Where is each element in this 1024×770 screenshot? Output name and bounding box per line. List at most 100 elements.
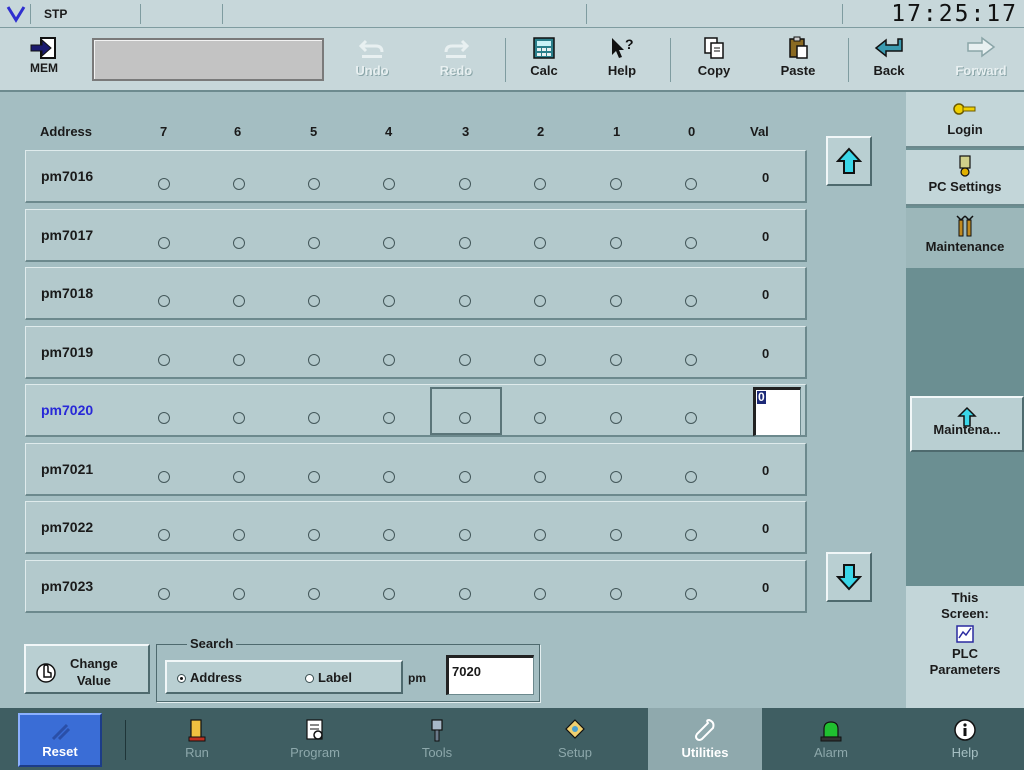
bit-toggle[interactable] [685, 470, 697, 483]
sidebar-item-maintenance[interactable]: Maintenance [906, 208, 1024, 268]
bit-toggle[interactable] [158, 587, 170, 600]
bit-toggle[interactable] [158, 353, 170, 366]
radio-label[interactable]: Label [305, 670, 352, 685]
bit-toggle[interactable] [308, 236, 320, 249]
scroll-up-button[interactable] [826, 136, 872, 186]
bit-toggle[interactable] [610, 412, 622, 424]
back-button[interactable]: Back [852, 28, 926, 90]
bit-toggle[interactable] [308, 412, 320, 424]
value-input[interactable]: 0 [753, 387, 801, 436]
bit-toggle[interactable] [308, 295, 320, 307]
nav-tools[interactable]: Tools [382, 708, 492, 770]
bit-toggle[interactable] [610, 236, 622, 249]
bit-toggle[interactable] [610, 529, 622, 541]
selected-bit-cell[interactable] [430, 387, 502, 435]
bit-toggle[interactable] [610, 587, 622, 600]
table-row[interactable]: pm7016 0 [25, 150, 807, 203]
bit-toggle[interactable] [383, 295, 395, 307]
bit-toggle[interactable] [383, 353, 395, 366]
bit-toggle[interactable] [534, 470, 546, 483]
bit-toggle[interactable] [685, 529, 697, 541]
mem-address-field[interactable] [92, 38, 324, 81]
bit-toggle[interactable] [233, 178, 245, 190]
bit-toggle[interactable] [459, 470, 471, 483]
bit-toggle[interactable] [685, 412, 697, 424]
bit-toggle[interactable] [158, 236, 170, 249]
forward-button[interactable]: Forward [938, 28, 1024, 90]
bit-toggle[interactable] [158, 412, 170, 424]
table-row[interactable]: pm7017 0 [25, 208, 807, 262]
bit-toggle[interactable] [534, 236, 546, 249]
bit-toggle[interactable] [459, 412, 471, 424]
help-button[interactable]: ? Help [586, 28, 658, 90]
bit-toggle[interactable] [383, 236, 395, 249]
bit-toggle[interactable] [158, 295, 170, 307]
bit-toggle[interactable] [233, 470, 245, 483]
bit-toggle[interactable] [383, 529, 395, 541]
table-row[interactable]: pm7022 0 [25, 501, 807, 554]
bit-toggle[interactable] [158, 470, 170, 483]
bit-toggle[interactable] [158, 178, 170, 190]
bit-toggle[interactable] [308, 529, 320, 541]
nav-utilities[interactable]: Utilities [648, 708, 762, 770]
bit-toggle[interactable] [610, 353, 622, 366]
paste-button[interactable]: Paste [762, 28, 834, 90]
bit-toggle[interactable] [459, 236, 471, 249]
table-row[interactable]: pm7021 0 [25, 442, 807, 496]
bit-toggle[interactable] [534, 412, 546, 424]
redo-button[interactable]: Redo [420, 28, 492, 90]
bit-toggle[interactable] [383, 470, 395, 483]
radio-address[interactable]: Address [177, 670, 242, 685]
bit-toggle[interactable] [233, 587, 245, 600]
calc-button[interactable]: Calc [508, 28, 580, 90]
bit-toggle[interactable] [534, 178, 546, 190]
bit-toggle[interactable] [459, 295, 471, 307]
bit-toggle[interactable] [233, 353, 245, 366]
table-row[interactable]: pm7020 0 [25, 384, 807, 437]
bit-toggle[interactable] [383, 587, 395, 600]
nav-run[interactable]: Run [142, 708, 252, 770]
bit-toggle[interactable] [534, 353, 546, 366]
bit-toggle[interactable] [534, 295, 546, 307]
table-row[interactable]: pm7019 0 [25, 325, 807, 379]
undo-button[interactable]: Undo [336, 28, 408, 90]
mem-button[interactable]: MEM [18, 28, 70, 90]
bit-toggle[interactable] [459, 353, 471, 366]
bit-toggle[interactable] [308, 353, 320, 366]
bit-toggle[interactable] [233, 529, 245, 541]
nav-alarm[interactable]: Alarm [776, 708, 886, 770]
table-row[interactable]: pm7018 0 [25, 267, 807, 320]
table-row[interactable]: pm7023 0 [25, 559, 807, 613]
bit-toggle[interactable] [233, 412, 245, 424]
bit-toggle[interactable] [685, 295, 697, 307]
maintenance-sub-button[interactable]: Maintena... [910, 396, 1024, 452]
bit-toggle[interactable] [534, 587, 546, 600]
bit-toggle[interactable] [685, 353, 697, 366]
reset-button[interactable]: Reset [18, 713, 102, 767]
scroll-down-button[interactable] [826, 552, 872, 602]
bit-toggle[interactable] [534, 529, 546, 541]
nav-help[interactable]: Help [906, 708, 1024, 770]
change-value-button[interactable]: Change Value [24, 644, 150, 694]
nav-setup[interactable]: Setup [520, 708, 630, 770]
bit-toggle[interactable] [308, 470, 320, 483]
bit-toggle[interactable] [383, 178, 395, 190]
bit-toggle[interactable] [158, 529, 170, 541]
bit-toggle[interactable] [685, 587, 697, 600]
bit-toggle[interactable] [459, 587, 471, 600]
bit-toggle[interactable] [308, 178, 320, 190]
bit-toggle[interactable] [233, 236, 245, 249]
nav-program[interactable]: Program [260, 708, 370, 770]
copy-button[interactable]: Copy [678, 28, 750, 90]
sidebar-item-login[interactable]: Login [906, 92, 1024, 148]
bit-toggle[interactable] [383, 412, 395, 424]
bit-toggle[interactable] [459, 178, 471, 190]
bit-toggle[interactable] [610, 295, 622, 307]
bit-toggle[interactable] [308, 587, 320, 600]
bit-toggle[interactable] [610, 470, 622, 483]
bit-toggle[interactable] [233, 295, 245, 307]
bit-toggle[interactable] [610, 178, 622, 190]
search-address-input[interactable]: 7020 [446, 655, 534, 695]
sidebar-item-pc-settings[interactable]: PC Settings [906, 150, 1024, 206]
bit-toggle[interactable] [685, 178, 697, 190]
